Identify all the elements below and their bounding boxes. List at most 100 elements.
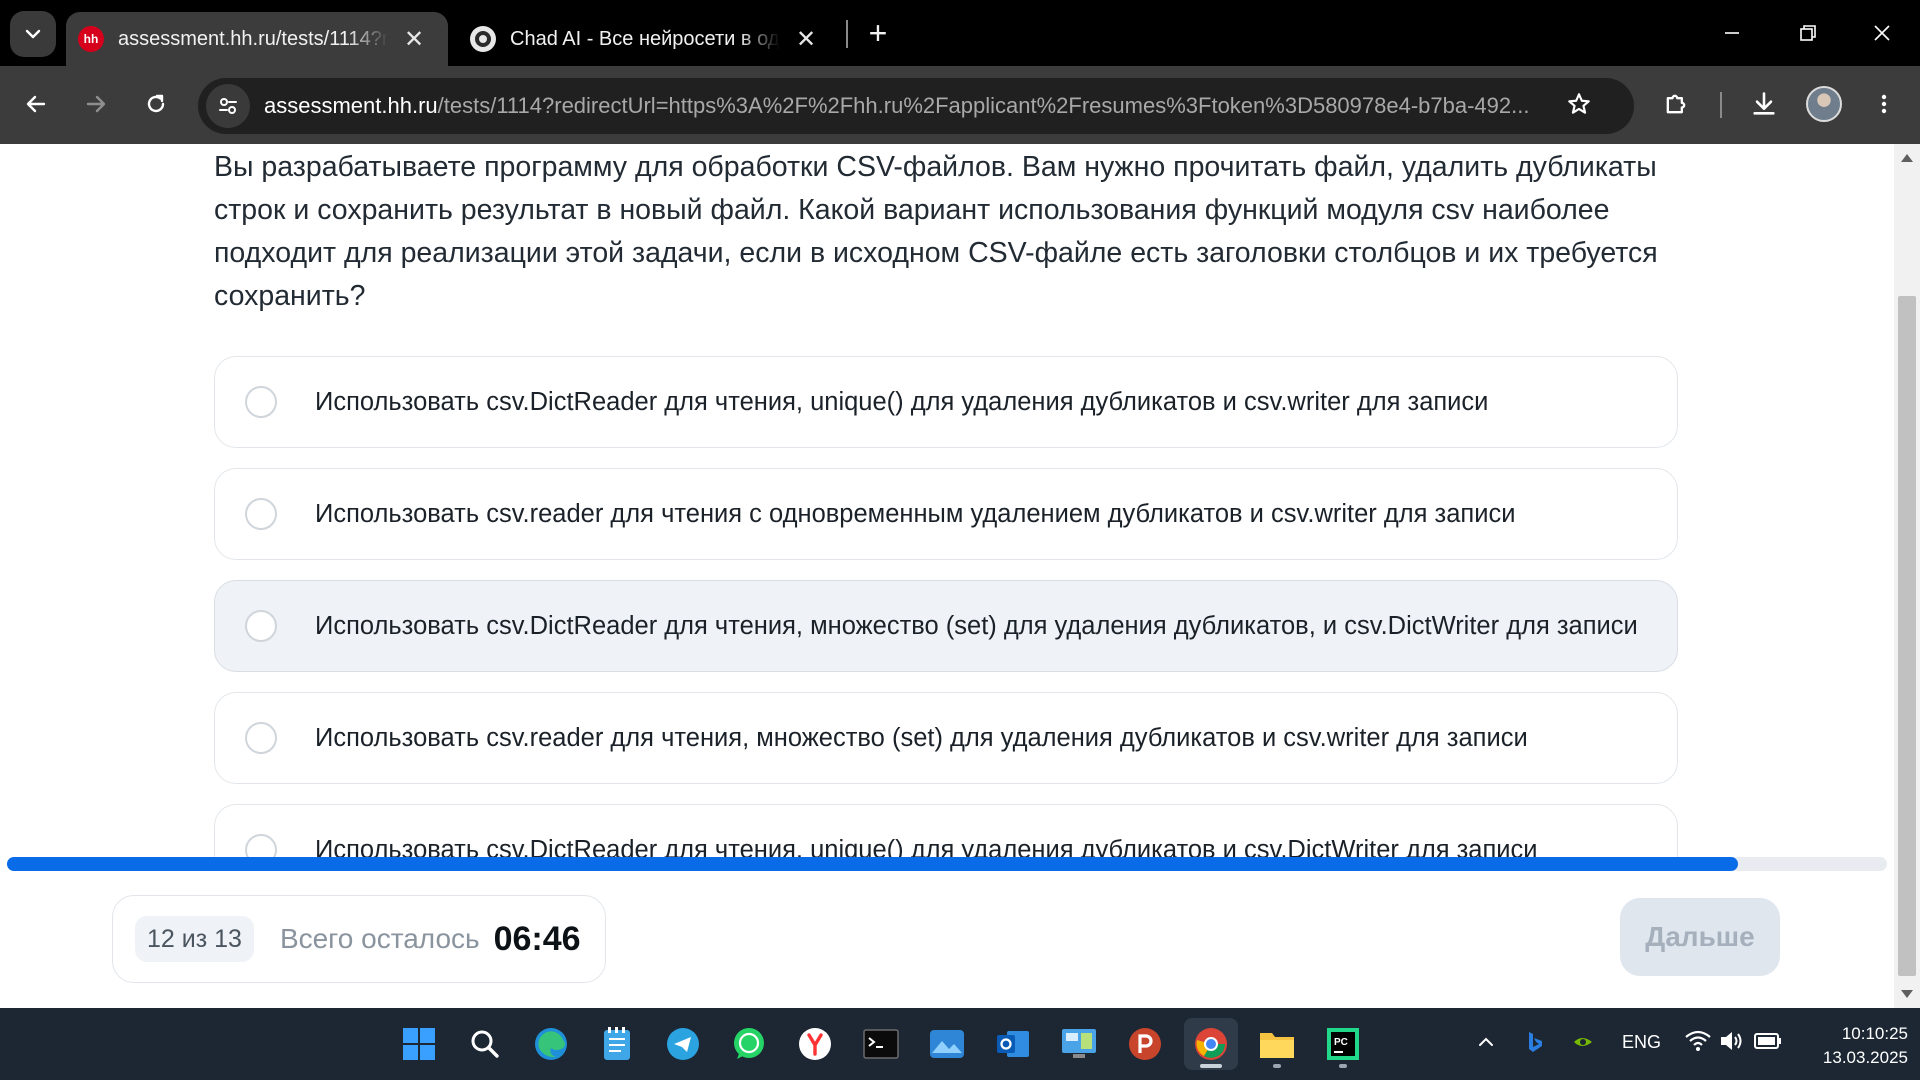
taskbar-terminal[interactable]	[854, 1018, 908, 1070]
taskbar-file-explorer[interactable]	[1250, 1018, 1304, 1070]
answer-option[interactable]: Использовать csv.reader для чтения, множ…	[214, 692, 1678, 784]
radio-button[interactable]	[245, 610, 277, 642]
new-tab-button[interactable]: +	[858, 14, 898, 54]
radio-button[interactable]	[245, 498, 277, 530]
url-host: assessment.hh.ru	[264, 93, 438, 118]
profile-avatar[interactable]	[1806, 86, 1842, 122]
windows-taskbar: PC ENG 10:10:25 13.03.2025	[0, 1008, 1920, 1080]
scroll-down-icon[interactable]	[1901, 990, 1913, 998]
radio-button[interactable]	[245, 722, 277, 754]
menu-button[interactable]	[1862, 82, 1906, 126]
arrow-right-icon	[86, 95, 106, 113]
browser-toolbar: assessment.hh.ru/tests/1114?redirectUrl=…	[0, 66, 1920, 144]
control-panel-icon	[1062, 1029, 1096, 1058]
next-button[interactable]: Дальше	[1620, 898, 1780, 976]
reload-button[interactable]	[134, 82, 178, 126]
downloads-button[interactable]	[1742, 82, 1786, 126]
taskbar-notepad[interactable]	[590, 1018, 644, 1070]
hh-favicon-icon: hh	[78, 26, 104, 52]
tray-overflow-button[interactable]	[1476, 1032, 1496, 1057]
search-icon	[471, 1030, 499, 1058]
answer-label: Использовать csv.DictReader для чтения, …	[315, 387, 1489, 416]
answer-option[interactable]: Использовать csv.reader для чтения с одн…	[214, 468, 1678, 560]
taskbar-search-button[interactable]	[458, 1018, 512, 1070]
language-indicator[interactable]: ENG	[1622, 1032, 1661, 1053]
svg-text:PC: PC	[1334, 1037, 1348, 1048]
radio-button[interactable]	[245, 386, 277, 418]
taskbar-outlook[interactable]	[986, 1018, 1040, 1070]
reload-icon	[147, 94, 165, 113]
answer-option[interactable]: Использовать csv.DictReader для чтения, …	[214, 356, 1678, 448]
notepad-icon	[604, 1027, 630, 1060]
page-content: Вы разрабатываете программу для обработк…	[0, 144, 1894, 1008]
tab-search-button[interactable]	[10, 11, 56, 57]
taskbar-photos[interactable]	[920, 1018, 974, 1070]
taskbar-yandex-browser[interactable]	[788, 1018, 842, 1070]
taskbar-telegram[interactable]	[656, 1018, 710, 1070]
clock-date: 13.03.2025	[1822, 1048, 1908, 1067]
url-path: /tests/1114?redirectUrl=https%3A%2F%2Fhh…	[437, 93, 1530, 118]
running-indicator	[1200, 1064, 1222, 1068]
arrow-left-icon	[26, 95, 46, 113]
taskbar-powerpoint[interactable]	[1118, 1018, 1172, 1070]
pycharm-icon: PC	[1327, 1028, 1359, 1060]
tune-icon	[219, 98, 237, 114]
system-clock[interactable]: 10:10:25 13.03.2025	[1796, 1022, 1908, 1070]
close-icon	[1874, 25, 1890, 41]
page-scrollbar[interactable]	[1894, 144, 1920, 1008]
running-indicator	[1273, 1064, 1281, 1068]
tab-title: Chad AI - Все нейросети в одн	[510, 27, 780, 50]
countdown-timer: 06:46	[493, 919, 581, 958]
puzzle-icon	[1666, 94, 1686, 114]
volume-icon[interactable]	[1718, 1028, 1746, 1059]
time-remaining-label: Всего осталось	[279, 923, 480, 954]
whatsapp-icon	[734, 1028, 764, 1059]
question-counter: 12 из 13	[135, 916, 254, 962]
answer-label: Использовать csv.reader для чтения с одн…	[315, 499, 1516, 528]
minimize-button[interactable]	[1702, 12, 1762, 54]
back-button[interactable]	[14, 82, 58, 126]
bing-tray-icon[interactable]	[1522, 1030, 1546, 1059]
battery-icon[interactable]	[1754, 1030, 1782, 1057]
taskbar-control-panel[interactable]	[1052, 1018, 1106, 1070]
nvidia-tray-icon[interactable]	[1570, 1030, 1596, 1059]
wifi-icon[interactable]	[1684, 1028, 1712, 1059]
powerpoint-icon	[1129, 1028, 1161, 1060]
taskbar-edge[interactable]	[524, 1018, 578, 1070]
yandex-browser-icon	[799, 1028, 831, 1060]
answer-option[interactable]: Использовать csv.DictReader для чтения, …	[214, 580, 1678, 672]
taskbar-whatsapp[interactable]	[722, 1018, 776, 1070]
address-bar[interactable]: assessment.hh.ru/tests/1114?redirectUrl=…	[198, 78, 1634, 134]
scrollbar-thumb[interactable]	[1898, 296, 1916, 976]
windows-start-button[interactable]	[392, 1018, 446, 1070]
edge-icon	[535, 1028, 567, 1060]
running-indicator	[1339, 1064, 1347, 1068]
tab-assessment[interactable]: hh assessment.hh.ru/tests/1114?re ✕	[66, 12, 448, 66]
scroll-up-icon[interactable]	[1901, 154, 1913, 162]
question-text: Вы разрабатываете программу для обработк…	[214, 151, 1658, 312]
windows-logo-icon	[403, 1028, 435, 1060]
extensions-button[interactable]	[1654, 82, 1698, 126]
restore-button[interactable]	[1778, 12, 1838, 54]
progress-bar-fill	[7, 857, 1739, 871]
taskbar-chrome[interactable]	[1184, 1018, 1238, 1070]
forward-button[interactable]	[74, 82, 118, 126]
close-tab-icon[interactable]: ✕	[400, 25, 428, 54]
bookmark-star-icon[interactable]	[1566, 91, 1592, 122]
chrome-icon	[1195, 1028, 1227, 1060]
tab-chad-ai[interactable]: Chad AI - Все нейросети в одн ✕	[458, 12, 838, 66]
answer-label: Использовать csv.reader для чтения, множ…	[315, 723, 1528, 752]
close-tab-icon[interactable]: ✕	[792, 25, 820, 54]
clock-time: 10:10:25	[1841, 1024, 1908, 1043]
test-status-card: 12 из 13 Всего осталось 06:46	[112, 895, 606, 983]
close-window-button[interactable]	[1852, 12, 1912, 54]
outlook-icon	[997, 1031, 1029, 1057]
tab-title: assessment.hh.ru/tests/1114?re	[118, 27, 388, 50]
more-vertical-icon	[1881, 94, 1887, 114]
terminal-icon	[863, 1029, 899, 1059]
chad-ai-favicon-icon	[470, 26, 496, 52]
url-text[interactable]: assessment.hh.ru/tests/1114?redirectUrl=…	[264, 93, 1554, 119]
site-info-button[interactable]	[206, 84, 250, 128]
tab-separator	[846, 20, 848, 48]
taskbar-pycharm[interactable]: PC	[1316, 1018, 1370, 1070]
